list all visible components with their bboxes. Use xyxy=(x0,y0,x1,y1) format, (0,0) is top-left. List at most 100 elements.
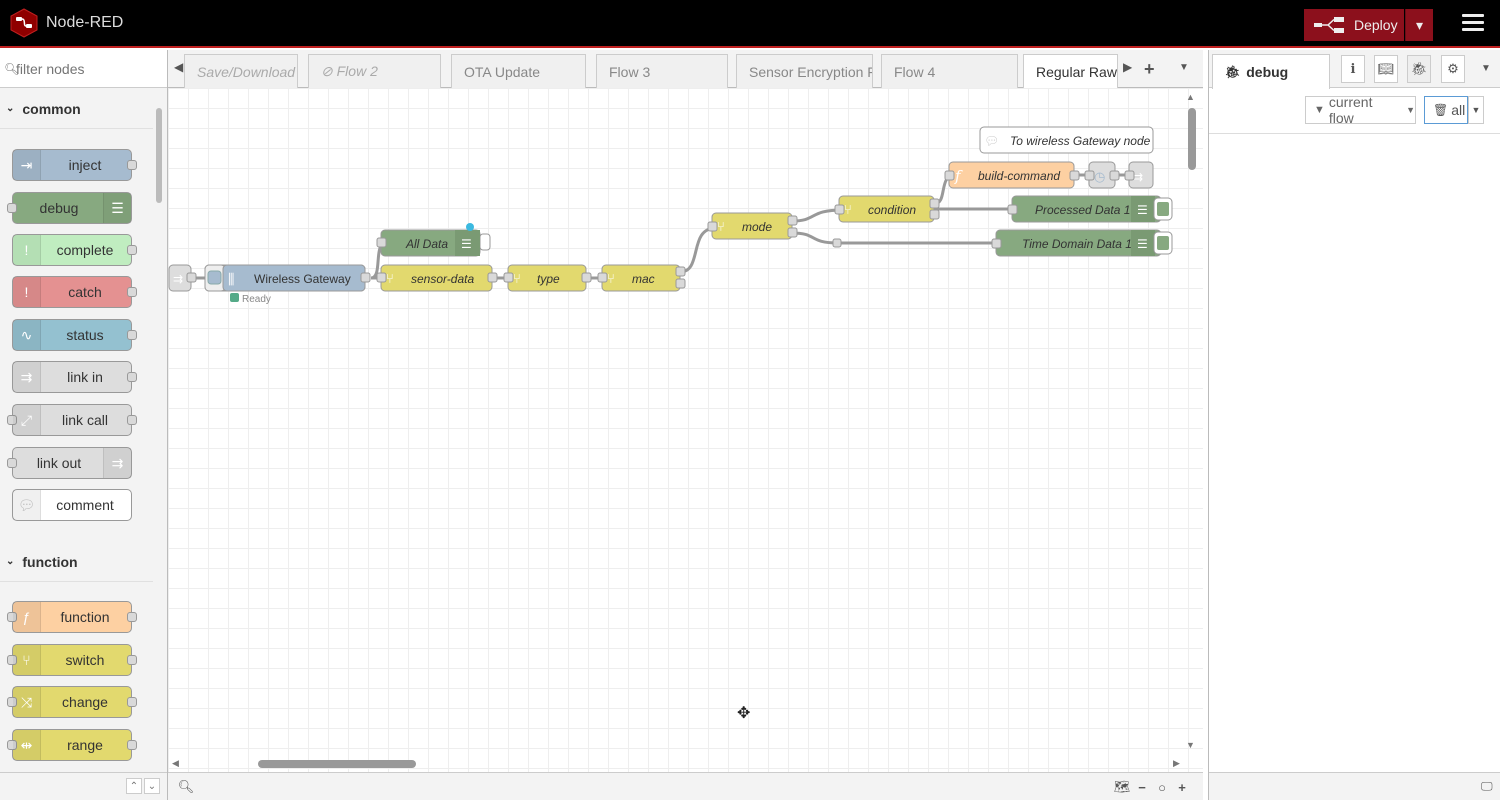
palette-node-label: complete xyxy=(56,242,114,258)
clear-options-caret[interactable]: ▼ xyxy=(1468,96,1484,124)
palette-node-range[interactable]: ⇹ range xyxy=(7,729,137,761)
type-switch-node[interactable]: ⑂ type xyxy=(503,264,592,292)
config-tab-button[interactable]: ⚙ xyxy=(1441,55,1465,83)
palette-node-switch[interactable]: ⑂ switch xyxy=(7,644,137,676)
palette-node-label: status xyxy=(66,327,104,343)
all-data-debug-node[interactable]: All Data ☰ xyxy=(376,223,491,257)
sidebar-tab-bar: 🐞︎ debug i 📖︎ 🐞︎ ⚙ ▼ xyxy=(1209,50,1500,89)
filter-messages-button[interactable]: ▼ current flow ▼ xyxy=(1305,94,1416,126)
palette-node-inject[interactable]: ⇥ inject xyxy=(12,149,137,181)
sidebar-footer: 🖵︎ xyxy=(1209,772,1500,800)
palette-node-debug[interactable]: ☰ debug xyxy=(7,192,132,224)
build-command-function-node[interactable]: f build-command xyxy=(944,161,1080,189)
output-port xyxy=(127,740,137,750)
workspace-vertical-scrollbar[interactable] xyxy=(1188,108,1196,170)
palette-category-common[interactable]: ⌄ common xyxy=(0,89,153,129)
link-in-node[interactable]: ⇉ xyxy=(168,264,197,292)
palette-node-label: inject xyxy=(68,157,102,173)
node-label: Wireless Gateway xyxy=(254,272,351,286)
exclamation-icon: ! xyxy=(13,277,41,307)
output-port xyxy=(127,287,137,297)
flow-canvas[interactable]: ⇉ ⫼ Wireless Gateway Ready All Data ☰ ⑂ … xyxy=(168,88,1188,758)
palette-category-function[interactable]: ⌄ function xyxy=(0,542,153,582)
help-tab-button[interactable]: 📖︎ xyxy=(1374,55,1398,83)
add-flow-icon[interactable]: + xyxy=(1144,59,1155,80)
comment-node[interactable]: 💬︎ To wireless Gateway node xyxy=(979,126,1154,154)
palette-node-comment[interactable]: 💬︎ comment xyxy=(12,489,132,521)
mode-switch-node[interactable]: ⑂ mode xyxy=(707,212,798,240)
zoom-in-icon[interactable]: + xyxy=(1172,777,1192,797)
shuffle-icon: ⤨ xyxy=(13,687,41,717)
wire-junction[interactable] xyxy=(832,238,842,248)
link-out-node[interactable]: ⇉ xyxy=(1124,161,1154,189)
changed-indicator xyxy=(466,223,474,231)
node-label: To wireless Gateway node xyxy=(1010,134,1151,148)
palette-node-change[interactable]: ⤨ change xyxy=(7,686,137,718)
scroll-right-icon[interactable]: ▶ xyxy=(1173,758,1180,769)
tab-save-download[interactable]: Save/Download ( xyxy=(184,54,298,88)
tab-scroll-left-icon[interactable]: ◀ xyxy=(174,60,183,74)
output-port xyxy=(127,415,137,425)
list-icon: ☰ xyxy=(461,237,472,251)
serial-icon: ⫼ xyxy=(228,271,234,287)
tab-list-caret-icon[interactable]: ▼ xyxy=(1179,62,1189,73)
palette-node-link-in[interactable]: ⇉ link in xyxy=(12,361,137,393)
link-in-icon: ⇉ xyxy=(13,362,41,392)
flow-workspace[interactable]: ⇉ ⫼ Wireless Gateway Ready All Data ☰ ⑂ … xyxy=(168,88,1203,772)
tab-flow-3[interactable]: Flow 3 xyxy=(596,54,728,88)
filter-nodes-input[interactable] xyxy=(16,59,156,79)
tab-flow-4[interactable]: Flow 4 xyxy=(881,54,1018,88)
palette-node-function[interactable]: ƒ function xyxy=(7,601,137,633)
palette-node-label: change xyxy=(62,694,108,710)
condition-switch-node[interactable]: ⑂ condition xyxy=(834,195,940,223)
scroll-down-icon[interactable]: ▼ xyxy=(1186,740,1195,750)
processed-data-debug-node[interactable]: Processed Data 1 ☰ xyxy=(1007,195,1173,223)
zoom-reset-icon[interactable]: ○ xyxy=(1152,777,1172,797)
info-tab-button[interactable]: i xyxy=(1341,55,1365,83)
tab-scroll-right-icon[interactable]: ▶ xyxy=(1123,60,1132,74)
tab-flow-2[interactable]: ⊘ Flow 2 xyxy=(308,54,441,88)
deploy-button[interactable]: Deploy xyxy=(1304,9,1404,41)
tab-ota-update[interactable]: OTA Update xyxy=(451,54,586,88)
palette-node-catch[interactable]: ! catch xyxy=(12,276,137,308)
debug-message-list[interactable] xyxy=(1209,135,1500,771)
tab-label: Sensor Encryption F xyxy=(749,63,873,80)
main-menu-button[interactable] xyxy=(1462,14,1484,34)
expand-all-button[interactable]: ⌄ xyxy=(144,778,160,794)
palette-node-status[interactable]: ∿ status xyxy=(12,319,137,351)
deploy-menu-caret[interactable]: ▾ xyxy=(1405,9,1433,41)
serial-request-node[interactable]: ◷ xyxy=(1084,161,1120,189)
output-port xyxy=(127,160,137,170)
mac-switch-node[interactable]: ⑂ mac xyxy=(597,264,686,292)
flow-tab-bar: ◀ Save/Download ( ⊘ Flow 2 OTA Update Flow … xyxy=(168,50,1203,89)
time-domain-debug-node[interactable]: Time Domain Data 1 ☰ xyxy=(991,229,1173,257)
tab-label: Flow 3 xyxy=(609,63,651,80)
navigator-map-icon[interactable]: 🗺︎ xyxy=(1112,777,1132,797)
tab-label: ⊘ Flow 2 xyxy=(321,63,378,79)
tab-debug[interactable]: 🐞︎ debug xyxy=(1212,54,1330,89)
output-port xyxy=(127,655,137,665)
palette-node-label: switch xyxy=(65,652,105,668)
collapse-all-button[interactable]: ⌃ xyxy=(126,778,142,794)
sensor-data-switch-node[interactable]: ⑂ sensor-data xyxy=(376,264,498,292)
scroll-up-icon[interactable]: ▲ xyxy=(1186,92,1195,102)
wireless-gateway-node[interactable]: ⫼ Wireless Gateway Ready xyxy=(204,264,371,305)
palette-node-link-out[interactable]: ⇉ link out xyxy=(7,447,132,479)
palette-node-complete[interactable]: ! complete xyxy=(12,234,137,266)
zoom-out-icon[interactable]: − xyxy=(1132,777,1152,797)
palette-scrollbar[interactable] xyxy=(156,108,162,203)
palette-node-link-call[interactable]: ⤢ link call xyxy=(7,404,137,436)
tab-regular-raw[interactable]: Regular Raw xyxy=(1023,54,1118,89)
clear-messages-button[interactable]: 🗑︎ all xyxy=(1424,96,1468,124)
palette-node-label: debug xyxy=(39,200,79,216)
monitor-icon[interactable]: 🖵︎ xyxy=(1481,779,1493,794)
workspace-horizontal-scrollbar[interactable] xyxy=(258,760,416,768)
category-label: function xyxy=(22,553,78,570)
tab-sensor-encryption-f[interactable]: Sensor Encryption F xyxy=(736,54,873,88)
sidebar-tabs-caret-icon[interactable]: ▼ xyxy=(1481,63,1491,74)
bug-icon: 🐞︎ xyxy=(1410,61,1428,76)
comment-icon: 💬︎ xyxy=(984,134,999,148)
search-flows-icon[interactable]: 🔍︎ xyxy=(176,777,196,797)
debug-tab-button[interactable]: 🐞︎ xyxy=(1407,55,1431,83)
scroll-left-icon[interactable]: ◀ xyxy=(172,758,179,769)
